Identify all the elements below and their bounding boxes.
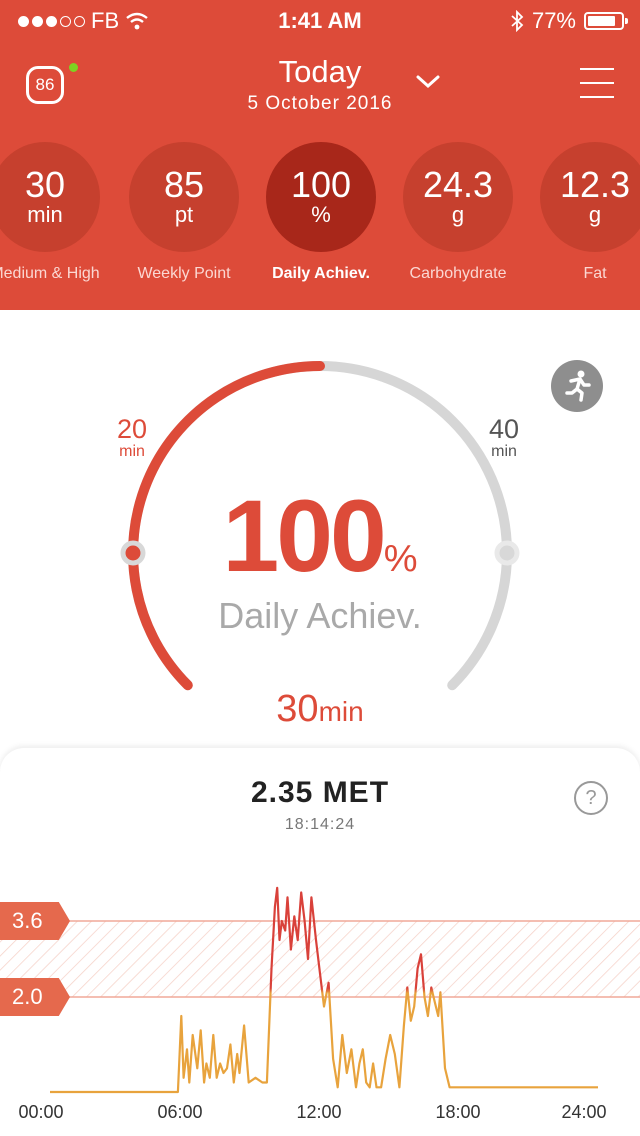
gauge-max-unit: min [491,443,517,460]
running-icon [565,370,591,402]
summary-label: Weekly Point [137,265,231,282]
summary-value: 85 [163,164,205,205]
summary-label: Daily Achiev. [272,265,370,282]
summary-unit: g [588,202,602,227]
threshold-value: 3.6 [12,908,43,933]
threshold-tag-low: 2.0 [0,978,70,1016]
summary-item-carbohydrate[interactable]: 24.3 g [403,142,513,252]
summary-value: 12.3 [559,164,631,205]
summary-value: 30 [24,164,66,205]
summary-unit: pt [174,202,194,227]
threshold-value: 2.0 [12,984,43,1009]
page-title: Today [278,54,362,89]
achievement-percent: 100% [0,478,640,595]
page-date: 5 October 2016 [247,93,393,114]
summary-item-weekly-point[interactable]: 85 pt [129,142,239,252]
x-tick-label: 06:00 [157,1102,203,1122]
bluetooth-icon [511,10,524,32]
chevron-down-icon[interactable] [414,72,442,92]
summary-unit: min [27,202,63,227]
achievement-label: Daily Achiev. [218,595,422,636]
summary-value: 100 [290,164,352,205]
duration-value: 30 [276,688,319,730]
duration-unit: min [318,696,364,727]
achievement-value: 100 [222,479,387,593]
summary-unit: % [311,202,331,227]
gauge-min-value: 20 [116,414,148,444]
status-bar: FB 1:41 AM 77% [0,0,640,40]
gauge-min-label: 20 min [108,414,156,460]
x-tick-label: 24:00 [561,1102,607,1122]
summary-value: 24.3 [422,164,494,205]
header: FB 1:41 AM 77% 86 Today 5 October 2016 3… [0,0,640,310]
summary-item-daily-achiev[interactable]: 100 % [266,142,376,252]
gauge-max-label: 40 min [480,414,528,460]
summary-item-medium-high[interactable]: 30 min [0,142,100,252]
activity-duration: 30min [0,688,640,731]
summary-label: Fat [583,265,607,282]
gauge-max-value: 40 [488,414,520,444]
summary-item-fat[interactable]: 12.3 g [540,142,640,252]
summary-unit: g [451,202,465,227]
target-zone [0,921,640,997]
x-tick-label: 00:00 [18,1102,64,1122]
battery-icon [584,12,628,30]
battery-percent: 77% [531,8,576,33]
summary-label: Carbohydrate [409,265,507,282]
threshold-tag-high: 3.6 [0,902,70,940]
x-tick-label: 18:00 [435,1102,481,1122]
menu-icon[interactable] [580,68,614,110]
met-chart[interactable] [0,800,640,1100]
achievement-percent-sign: % [383,538,418,580]
gauge-min-unit: min [119,443,145,460]
running-activity-button[interactable] [551,360,603,412]
x-tick-label: 12:00 [296,1102,342,1122]
